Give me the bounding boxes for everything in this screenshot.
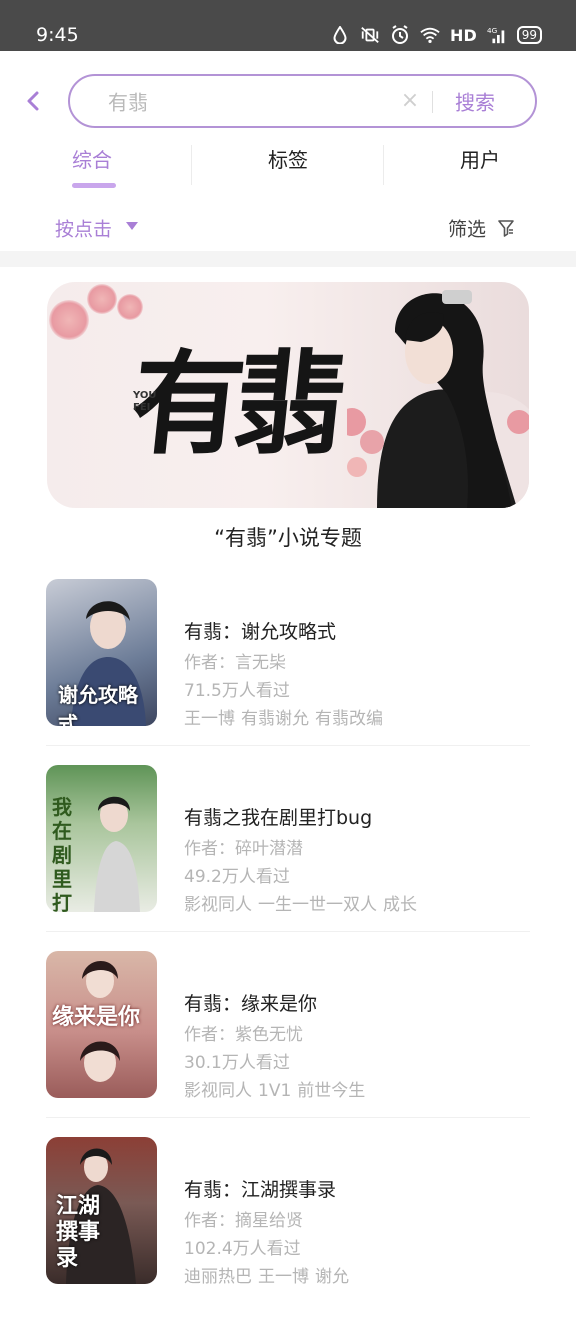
book-tag[interactable]: 影视同人 [184, 895, 252, 915]
filter-funnel-icon[interactable] [498, 219, 514, 237]
book-views: 30.1万人看过 [184, 1053, 290, 1073]
topic-banner[interactable]: 有翡 YOU FEI [47, 282, 529, 508]
search-divider [432, 91, 433, 113]
book-tag[interactable]: 成长 [383, 895, 417, 915]
book-tag[interactable]: 谢允 [315, 1267, 349, 1287]
book-tag[interactable]: 有翡谢允 [241, 709, 309, 729]
book-title[interactable]: 有翡之我在剧里打bug [184, 803, 372, 830]
chevron-left-icon [27, 91, 39, 111]
book-title[interactable]: 有翡：谢允攻略式 [184, 617, 336, 644]
list-divider [46, 745, 530, 746]
banner-english-title: YOU FEI [133, 390, 157, 413]
search-button[interactable]: 搜索 [455, 87, 495, 116]
status-icons: HD 4G 99 [330, 25, 542, 45]
book-tags: 王一博 有翡谢允 有翡改编 [184, 704, 389, 729]
banner-caption: “有翡”小说专题 [214, 526, 362, 550]
active-tab-indicator [72, 183, 116, 188]
book-author: 作者：碎叶潜潜 [184, 839, 303, 859]
book-tag[interactable]: 王一博 [184, 709, 235, 729]
tab-users[interactable]: 用户 [384, 135, 576, 191]
search-input[interactable]: 有翡 [108, 87, 148, 116]
book-tag[interactable]: 王一博 [258, 1267, 309, 1287]
water-drop-icon [330, 25, 350, 45]
book-tags: 影视同人 1V1 前世今生 [184, 1076, 371, 1101]
book-tag[interactable]: 影视同人 [184, 1081, 252, 1101]
banner-calligraphy: 有翡 [125, 339, 343, 470]
tab-tags[interactable]: 标签 [192, 135, 384, 191]
book-list-item[interactable]: 我在剧里打bug 有翡之我在剧里打bug 作者：碎叶潜潜 49.2万人看过 影视… [0, 765, 576, 951]
blossom-decoration [87, 284, 117, 314]
book-tag[interactable]: 一生一世一双人 [258, 895, 377, 915]
filter-row: 按点击 筛选 [0, 205, 576, 251]
book-list-item[interactable]: 谢允攻略式 有翡：谢允攻略式 作者：言无枈 71.5万人看过 王一博 有翡谢允 有翡… [0, 579, 576, 765]
result-tabs: 综合 标签 用户 [0, 135, 576, 191]
status-bar: 9:45 HD 4G 99 [0, 0, 576, 51]
back-button[interactable] [22, 89, 46, 113]
cellular-signal-icon: 4G [487, 25, 507, 45]
filter-button[interactable]: 筛选 [448, 215, 486, 242]
book-title[interactable]: 有翡：缘来是你 [184, 989, 317, 1016]
mute-vibrate-icon [360, 25, 380, 45]
book-tag[interactable]: 有翡改编 [315, 709, 383, 729]
svg-text:4G: 4G [487, 26, 498, 35]
book-tags: 影视同人 一生一世一双人 成长 [184, 890, 423, 915]
section-separator [0, 251, 576, 267]
book-cover[interactable]: 缘来是你 [46, 951, 157, 1098]
book-author: 作者：摘星给贤 [184, 1211, 303, 1231]
clear-search-icon[interactable]: × [400, 90, 420, 112]
book-views: 71.5万人看过 [184, 681, 290, 701]
book-title[interactable]: 有翡：江湖撰事录 [184, 1175, 336, 1202]
blossom-decoration [49, 300, 89, 340]
alarm-icon [390, 25, 410, 45]
list-divider [46, 1117, 530, 1118]
banner-character-illustration [338, 282, 529, 508]
book-author: 作者：言无枈 [184, 653, 286, 673]
blossom-decoration [117, 294, 143, 320]
book-list-item[interactable]: 江湖撰事录 有翡：江湖撰事录 作者：摘星给贤 102.4万人看过 迪丽热巴 王一博… [0, 1137, 576, 1323]
book-views: 102.4万人看过 [184, 1239, 301, 1259]
book-tags: 迪丽热巴 王一博 谢允 [184, 1262, 355, 1287]
book-views: 49.2万人看过 [184, 867, 290, 887]
book-cover[interactable]: 谢允攻略式 [46, 579, 157, 726]
status-time: 9:45 [36, 24, 79, 46]
network-type-label: HD [450, 25, 477, 45]
book-author: 作者：紫色无忧 [184, 1025, 303, 1045]
battery-indicator: 99 [516, 26, 542, 44]
caret-down-icon[interactable] [126, 222, 138, 230]
book-cover[interactable]: 江湖撰事录 [46, 1137, 157, 1284]
sort-dropdown[interactable]: 按点击 [55, 215, 112, 242]
book-list-item[interactable]: 缘来是你 有翡：缘来是你 作者：紫色无忧 30.1万人看过 影视同人 1V1 前世今… [0, 951, 576, 1137]
book-tag[interactable]: 前世今生 [297, 1081, 365, 1101]
book-tag[interactable]: 迪丽热巴 [184, 1267, 252, 1287]
book-tag[interactable]: 1V1 [258, 1081, 291, 1101]
book-cover[interactable]: 我在剧里打bug [46, 765, 157, 912]
search-box[interactable]: 有翡 × 搜索 [68, 74, 537, 128]
wifi-icon [420, 25, 440, 45]
list-divider [46, 931, 530, 932]
